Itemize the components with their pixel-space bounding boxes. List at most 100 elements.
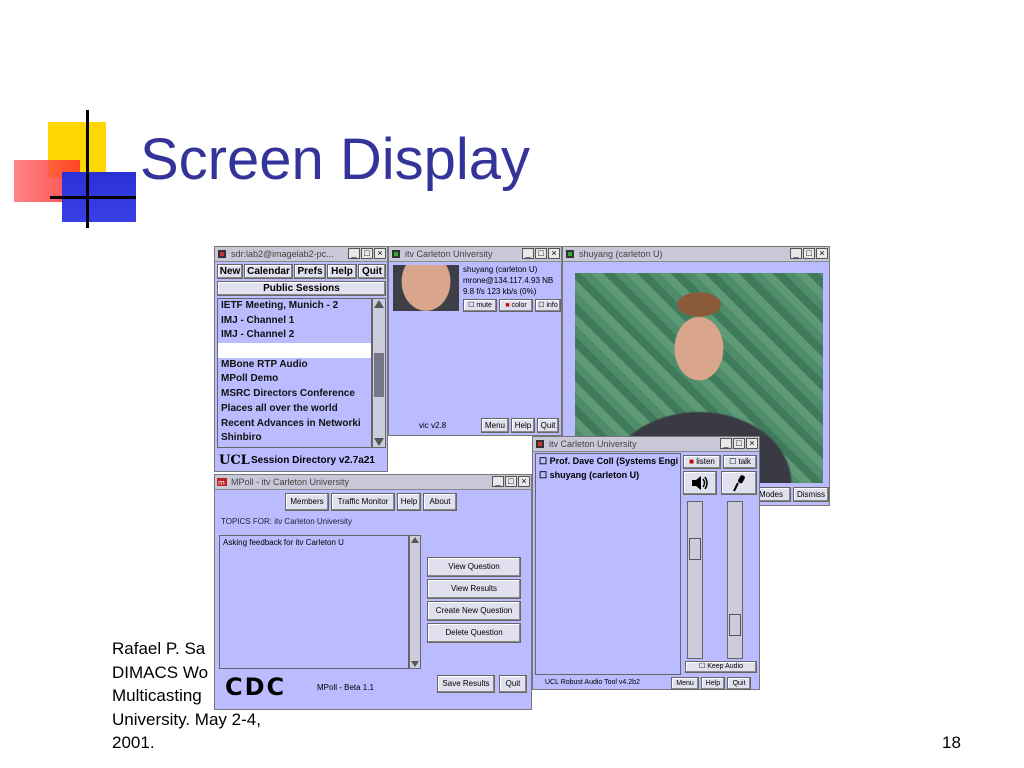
vic-title: itv Carleton University bbox=[405, 249, 493, 259]
dismiss-button[interactable]: Dismiss bbox=[793, 487, 829, 502]
mpoll-version: MPoll - Beta 1.1 bbox=[317, 683, 374, 692]
help-tab[interactable]: Help bbox=[397, 493, 421, 511]
session-item[interactable]: MSRC Directors Conference bbox=[218, 387, 371, 402]
speaker-icon bbox=[692, 476, 708, 490]
rat-titlebar: itv Carleton University _ □ × bbox=[533, 437, 759, 452]
maximize-icon[interactable]: □ bbox=[733, 438, 745, 449]
minimize-icon[interactable]: _ bbox=[522, 248, 534, 259]
vic-titlebar: itv Carleton University _ □ × bbox=[389, 247, 561, 262]
vic-large-titlebar: shuyang (carleton U) _ □ × bbox=[563, 247, 829, 262]
view-results-button[interactable]: View Results bbox=[427, 579, 521, 599]
vic-info-line: mrone@134.117.4.93 NB bbox=[463, 276, 554, 285]
keep-audio-checkbox[interactable]: ☐ Keep Audio bbox=[685, 661, 757, 673]
app-icon bbox=[566, 250, 574, 258]
sdr-window: sdr:lab2@imagelab2-pc... _ □ × New Calenda… bbox=[214, 246, 388, 472]
close-icon[interactable]: × bbox=[548, 248, 560, 259]
app-icon bbox=[392, 250, 400, 258]
video-thumbnail[interactable] bbox=[393, 265, 459, 311]
scroll-up-icon[interactable] bbox=[374, 300, 384, 308]
minimize-icon[interactable]: _ bbox=[492, 476, 504, 487]
sdr-menu-quit[interactable]: Quit bbox=[358, 264, 386, 279]
session-item[interactable]: IMJ - Channel 1 bbox=[218, 314, 371, 329]
talk-toggle[interactable]: ☐ talk bbox=[723, 455, 757, 469]
members-tab[interactable]: Members bbox=[285, 493, 329, 511]
footer-line: Rafael P. Sa bbox=[112, 639, 206, 658]
participant-checkbox-icon: ☐ bbox=[539, 456, 550, 466]
minimize-icon[interactable]: _ bbox=[720, 438, 732, 449]
mpoll-quit-button[interactable]: Quit bbox=[499, 675, 527, 693]
sdr-menu-new[interactable]: New bbox=[217, 264, 243, 279]
session-item[interactable]: IMJ - Channel 2 bbox=[218, 328, 371, 343]
rat-window: itv Carleton University _ □ × ☐ Prof. Dave… bbox=[532, 436, 760, 690]
volume-slider-handle[interactable] bbox=[689, 538, 701, 560]
topics-label: TOPICS FOR: itv Carleton University bbox=[221, 517, 352, 526]
session-item[interactable]: MBone RTP Audio bbox=[218, 358, 371, 373]
vic-menu-button[interactable]: Menu bbox=[481, 418, 509, 433]
scroll-down-icon[interactable] bbox=[374, 438, 384, 446]
participant-item[interactable]: ☐ Prof. Dave Coll (Systems Engi bbox=[539, 456, 678, 467]
maximize-icon[interactable]: □ bbox=[535, 248, 547, 259]
public-sessions-button[interactable]: Public Sessions bbox=[217, 281, 386, 296]
scroll-down-icon[interactable] bbox=[411, 661, 419, 667]
about-tab[interactable]: About bbox=[423, 493, 457, 511]
maximize-icon[interactable]: □ bbox=[505, 476, 517, 487]
create-new-question-button[interactable]: Create New Question bbox=[427, 601, 521, 621]
vic-quit-button[interactable]: Quit bbox=[537, 418, 559, 433]
slide-title: Screen Display bbox=[140, 127, 531, 192]
session-item[interactable]: Shinbiro bbox=[218, 431, 371, 446]
minimize-icon[interactable]: _ bbox=[790, 248, 802, 259]
speaker-button[interactable] bbox=[683, 471, 717, 495]
participant-checkbox-icon: ☐ bbox=[539, 470, 550, 480]
question-scrollbar[interactable] bbox=[409, 535, 421, 669]
color-checkbox[interactable]: ■ color bbox=[499, 299, 533, 312]
sdr-menu-prefs[interactable]: Prefs bbox=[294, 264, 326, 279]
mute-checkbox[interactable]: ☐ mute bbox=[463, 299, 497, 312]
session-item[interactable]: MPoll Demo bbox=[218, 372, 371, 387]
ucl-logo: UCL bbox=[219, 453, 250, 468]
slide-footer: Rafael P. Sa DIMACS Wo Multicasting Univ… bbox=[112, 637, 312, 755]
sessions-scrollbar[interactable] bbox=[372, 298, 386, 448]
vic-status: vic v2.8 bbox=[419, 421, 447, 430]
svg-text:m: m bbox=[218, 479, 225, 487]
sdr-menu-calendar[interactable]: Calendar bbox=[244, 264, 293, 279]
close-icon[interactable]: × bbox=[816, 248, 828, 259]
view-question-button[interactable]: View Question bbox=[427, 557, 521, 577]
info-checkbox[interactable]: ☐ info bbox=[535, 299, 561, 312]
listen-toggle[interactable]: ■ listen bbox=[683, 455, 721, 469]
sessions-list: IETF Meeting, Munich - 2 IMJ - Channel 1… bbox=[217, 298, 372, 448]
minimize-icon[interactable]: _ bbox=[348, 248, 360, 259]
app-icon bbox=[536, 440, 544, 448]
delete-question-button[interactable]: Delete Question bbox=[427, 623, 521, 643]
mic-gain-slider-handle[interactable] bbox=[729, 614, 741, 636]
session-item[interactable]: IETF Meeting, Munich - 2 bbox=[218, 299, 371, 314]
page-number: 18 bbox=[942, 733, 961, 752]
close-icon[interactable]: × bbox=[518, 476, 530, 487]
scroll-thumb[interactable] bbox=[374, 353, 384, 397]
volume-slider[interactable] bbox=[687, 501, 703, 659]
session-item-selected[interactable] bbox=[218, 343, 371, 358]
vic-window: itv Carleton University _ □ × shuyang (car… bbox=[388, 246, 562, 436]
session-item[interactable]: Places all over the world bbox=[218, 402, 371, 417]
session-item[interactable]: Recent Advances in Networki bbox=[218, 417, 371, 432]
traffic-monitor-tab[interactable]: Traffic Monitor bbox=[331, 493, 395, 511]
close-icon[interactable]: × bbox=[746, 438, 758, 449]
app-icon bbox=[218, 250, 226, 258]
maximize-icon[interactable]: □ bbox=[361, 248, 373, 259]
rat-version: UCL Robust Audio Tool v4.2b2 bbox=[545, 679, 640, 686]
participant-item[interactable]: ☐ shuyang (carleton U) bbox=[539, 470, 639, 481]
rat-menu-button[interactable]: Menu bbox=[671, 677, 699, 690]
vic-help-button[interactable]: Help bbox=[511, 418, 535, 433]
rat-quit-button[interactable]: Quit bbox=[727, 677, 751, 690]
maximize-icon[interactable]: □ bbox=[803, 248, 815, 259]
close-icon[interactable]: × bbox=[374, 248, 386, 259]
scroll-up-icon[interactable] bbox=[411, 537, 419, 543]
vic-large-title: shuyang (carleton U) bbox=[579, 249, 663, 259]
question-item[interactable]: Asking feedback for itv Carleton U bbox=[223, 538, 344, 547]
decorative-horizontal-line bbox=[50, 196, 136, 199]
mpoll-title: MPoll - itv Carleton University bbox=[231, 477, 350, 487]
sdr-menu-help[interactable]: Help bbox=[327, 264, 357, 279]
microphone-button[interactable] bbox=[721, 471, 757, 495]
save-results-button[interactable]: Save Results bbox=[437, 675, 495, 693]
rat-help-button[interactable]: Help bbox=[701, 677, 725, 690]
mic-gain-slider[interactable] bbox=[727, 501, 743, 659]
